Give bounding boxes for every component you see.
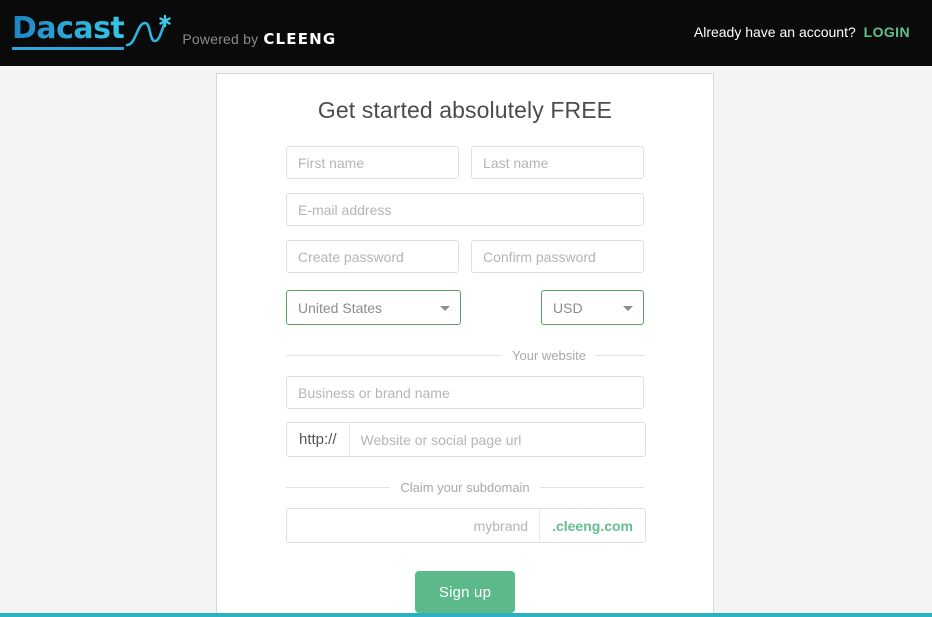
account-prompt-label: Already have an account?	[693, 24, 856, 40]
first-name-input[interactable]	[286, 146, 459, 179]
signup-card: Get started absolutely FREE United State…	[216, 73, 714, 617]
name-row	[286, 146, 644, 179]
create-password-input[interactable]	[286, 240, 459, 273]
country-select-value: United States	[298, 299, 383, 316]
locale-row: United States USD	[286, 290, 644, 325]
subdomain-section-divider: Claim your subdomain	[286, 479, 644, 495]
last-name-input[interactable]	[471, 146, 644, 179]
website-url-group: http://	[286, 422, 646, 457]
cleeng-wordmark: CLEENG	[263, 30, 337, 48]
site-header: Dacast Powered by CLEENG Already have an …	[0, 0, 932, 66]
currency-select-value: USD	[553, 299, 583, 316]
page-body: Get started absolutely FREE United State…	[0, 66, 932, 617]
subdomain-suffix: .cleeng.com	[539, 509, 645, 542]
account-prompt-block: Already have an account? LOGIN	[694, 24, 910, 42]
login-link[interactable]: LOGIN	[864, 24, 910, 40]
signup-button[interactable]: Sign up	[414, 571, 516, 613]
subdomain-input[interactable]	[287, 509, 540, 542]
confirm-password-input[interactable]	[471, 240, 644, 273]
divider-line-right	[596, 354, 644, 356]
email-input[interactable]	[286, 193, 644, 226]
chevron-down-icon	[440, 305, 450, 311]
currency-select[interactable]: USD	[541, 290, 644, 325]
brand-block: Dacast Powered by CLEENG	[12, 12, 336, 54]
chevron-down-icon	[623, 305, 633, 311]
submit-row: Sign up	[286, 571, 644, 613]
subdomain-divider-label: Claim your subdomain	[400, 479, 530, 495]
subdomain-group: .cleeng.com	[286, 508, 646, 543]
website-section-divider: Your website	[286, 347, 644, 363]
divider-line-left	[286, 486, 391, 488]
bottom-accent-bar	[0, 613, 932, 617]
divider-line-right	[539, 486, 644, 488]
logo-wordmark: Dacast	[12, 14, 125, 50]
signup-form: United States USD Your website h	[217, 146, 713, 613]
url-protocol-prefix: http://	[287, 423, 350, 456]
page-title: Get started absolutely FREE	[317, 97, 613, 123]
website-url-input[interactable]	[349, 423, 645, 456]
powered-by-label: Powered by	[182, 31, 259, 47]
business-name-row	[286, 376, 644, 409]
dacast-logo[interactable]: Dacast	[12, 12, 172, 54]
country-select[interactable]: United States	[286, 290, 461, 325]
business-name-input[interactable]	[286, 376, 644, 409]
password-row	[286, 240, 644, 273]
divider-line-left	[286, 354, 503, 356]
powered-by-block: Powered by CLEENG	[182, 30, 336, 54]
wave-asterisk-mark-icon	[126, 14, 172, 54]
website-divider-label: Your website	[512, 347, 586, 363]
email-row	[286, 193, 644, 226]
